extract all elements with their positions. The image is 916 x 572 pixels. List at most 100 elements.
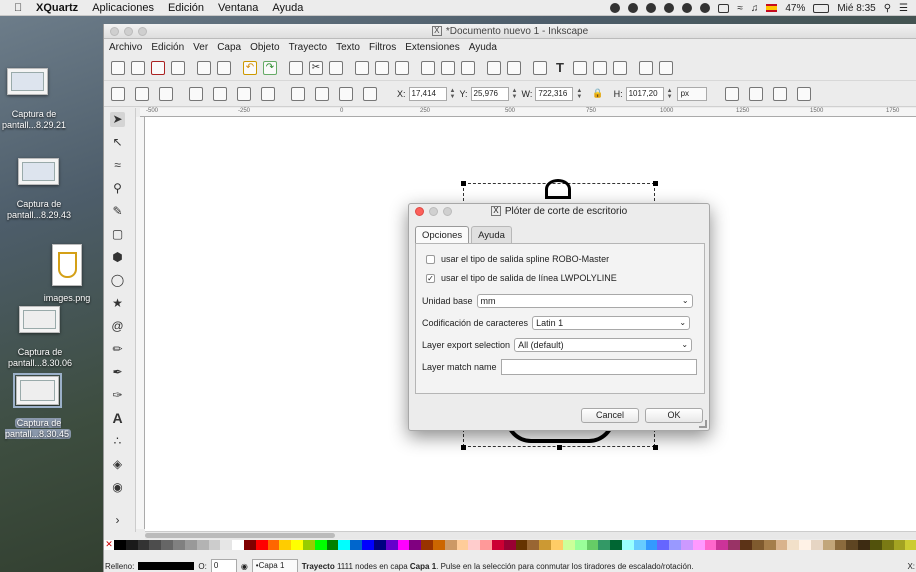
selector-tool-icon[interactable]: ➤ xyxy=(110,112,125,127)
duplicate-icon[interactable] xyxy=(421,60,435,75)
dialog-minimize-button[interactable] xyxy=(429,207,438,216)
palette-swatch[interactable] xyxy=(645,540,658,550)
resize-grip-icon[interactable] xyxy=(699,420,707,428)
menu-texto[interactable]: Texto xyxy=(336,42,360,53)
scale-corners-icon[interactable] xyxy=(748,86,763,101)
battery-icon[interactable] xyxy=(813,3,830,13)
rectangle-tool-icon[interactable]: ▢ xyxy=(110,227,125,242)
desktop-file-label[interactable]: images.png xyxy=(38,293,96,304)
desktop-file-label[interactable]: Captura de pantall...8.29.43 xyxy=(3,199,75,221)
unlink-clone-icon[interactable] xyxy=(461,60,475,75)
undo-icon[interactable]: ↶ xyxy=(243,60,257,75)
shield-icon[interactable] xyxy=(664,3,675,13)
zoom-selection-icon[interactable] xyxy=(355,60,369,75)
measure-tool-icon[interactable]: ✎ xyxy=(110,204,125,219)
menu-archivo[interactable]: Archivo xyxy=(109,42,142,53)
desktop-file-thumbnail[interactable] xyxy=(52,244,82,286)
palette-swatch[interactable] xyxy=(527,540,540,550)
palette-swatch[interactable] xyxy=(763,540,776,550)
layer-export-select[interactable]: All (default) ⌄ xyxy=(514,338,693,352)
menubar-item-edicion[interactable]: Edición xyxy=(168,2,204,14)
skype-icon[interactable] xyxy=(628,3,639,13)
no-paint-swatch[interactable]: ✕ xyxy=(104,540,114,550)
palette-swatch[interactable] xyxy=(503,540,516,550)
palette-swatch[interactable] xyxy=(858,540,870,550)
menu-extensiones[interactable]: Extensiones xyxy=(405,42,459,53)
ungroup-icon[interactable] xyxy=(507,60,521,75)
palette-swatch[interactable] xyxy=(125,540,138,550)
zoom-drawing-icon[interactable] xyxy=(375,60,389,75)
menu-filtros[interactable]: Filtros xyxy=(369,42,396,53)
import-icon[interactable] xyxy=(197,60,211,75)
align-distribute-icon[interactable] xyxy=(613,60,627,75)
wifi-icon[interactable]: ≈ xyxy=(737,3,743,14)
palette-swatch[interactable] xyxy=(881,540,894,550)
y-spinner-icon[interactable]: ▲ ▼ xyxy=(512,88,518,100)
spiral-tool-icon[interactable]: @ xyxy=(110,319,125,334)
star-tool-icon[interactable]: ★ xyxy=(110,296,125,311)
palette-swatch[interactable] xyxy=(432,540,445,550)
deselect-icon[interactable] xyxy=(159,86,173,101)
palette-swatch[interactable] xyxy=(456,540,469,550)
palette-swatch[interactable] xyxy=(243,540,256,550)
palette-swatch[interactable] xyxy=(173,540,185,550)
fill-swatch[interactable] xyxy=(138,562,195,570)
palette-swatch[interactable] xyxy=(255,540,268,550)
desktop-file-thumbnail[interactable] xyxy=(13,373,62,408)
palette-swatch[interactable] xyxy=(350,540,363,550)
rotate-ccw-icon[interactable] xyxy=(189,86,203,101)
selection-handle[interactable] xyxy=(461,445,466,450)
document-properties-icon[interactable] xyxy=(639,60,653,75)
raise-icon[interactable] xyxy=(315,86,329,101)
menubar-app-name[interactable]: XQuartz xyxy=(36,2,78,14)
spotlight-icon[interactable]: ⚲ xyxy=(884,3,891,14)
palette-swatch[interactable] xyxy=(326,540,339,550)
palette-swatch[interactable] xyxy=(149,540,162,550)
export-icon[interactable] xyxy=(217,60,231,75)
xml-editor-icon[interactable] xyxy=(593,60,607,75)
lwpolyline-checkbox[interactable]: ✓ xyxy=(426,273,435,283)
dialog-titlebar[interactable]: X Plóter de corte de escritorio xyxy=(409,204,709,219)
tab-ayuda[interactable]: Ayuda xyxy=(471,226,512,243)
notification-center-icon[interactable]: ☰ xyxy=(899,3,908,14)
palette-swatch[interactable] xyxy=(810,540,823,550)
palette-swatch[interactable] xyxy=(137,540,150,550)
node-tool-icon[interactable]: ↖ xyxy=(110,135,125,150)
palette-swatch[interactable] xyxy=(633,540,646,550)
transform-gradients-icon[interactable] xyxy=(772,86,787,101)
menu-ayuda[interactable]: Ayuda xyxy=(469,42,497,53)
lower-icon[interactable] xyxy=(339,86,353,101)
palette-swatch[interactable] xyxy=(114,540,126,550)
clock[interactable]: Mié 8:35 xyxy=(837,3,875,14)
spray-tool-icon[interactable]: ∴ xyxy=(110,434,125,449)
clone-icon[interactable] xyxy=(441,60,455,75)
scale-stroke-icon[interactable] xyxy=(724,86,739,101)
status-app-icon[interactable] xyxy=(610,3,621,13)
scrollbar-thumb[interactable] xyxy=(145,533,335,538)
palette-swatch[interactable] xyxy=(669,540,681,550)
raise-to-top-icon[interactable] xyxy=(291,86,305,101)
y-input[interactable]: 25,976 xyxy=(470,86,509,101)
palette-swatch[interactable] xyxy=(184,540,197,550)
airplay-icon[interactable] xyxy=(718,3,730,13)
lock-icon[interactable]: 🔒 xyxy=(592,88,603,99)
fill-stroke-icon[interactable] xyxy=(533,60,547,75)
transform-patterns-icon[interactable] xyxy=(796,86,811,101)
palette-swatch[interactable] xyxy=(692,540,705,550)
palette-swatch[interactable] xyxy=(704,540,717,550)
robo-master-checkbox[interactable] xyxy=(426,254,435,264)
cancel-button[interactable]: Cancel xyxy=(581,408,639,423)
zoom-window-button[interactable] xyxy=(138,27,147,36)
palette-swatch[interactable] xyxy=(551,540,563,550)
palette-swatch[interactable] xyxy=(409,540,422,550)
drawing-shape-top[interactable] xyxy=(545,179,571,199)
time-machine-icon[interactable] xyxy=(700,3,711,13)
x-spinner-icon[interactable]: ▲ ▼ xyxy=(450,88,456,100)
opacity-input[interactable]: 0 xyxy=(210,559,237,572)
text-tool-icon[interactable]: A xyxy=(110,411,125,426)
palette-swatch[interactable] xyxy=(291,540,303,550)
desktop-file-thumbnail[interactable] xyxy=(7,68,48,95)
w-input[interactable]: 722,316 xyxy=(535,86,574,101)
cut-icon[interactable]: ✂ xyxy=(309,60,323,75)
menubar-item-ventana[interactable]: Ventana xyxy=(218,2,258,14)
